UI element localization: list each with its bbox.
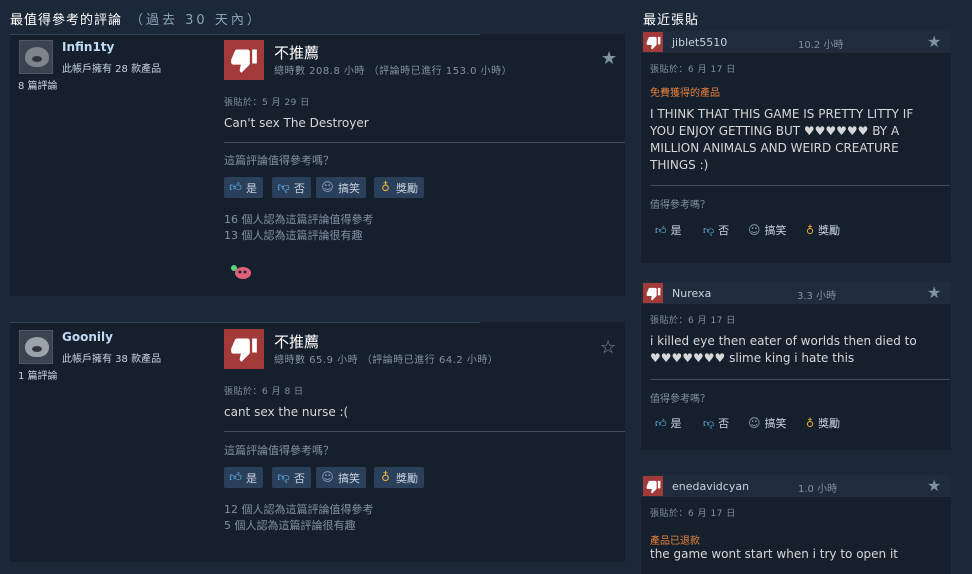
vote-yes-button[interactable]: 👍︎ 是	[224, 177, 263, 198]
recent-post[interactable]: enedavidcyan 1.0 小時 ★ 張貼於：6 月 17 日 產品已退款…	[641, 475, 951, 574]
smiley-icon: ☺	[321, 180, 334, 194]
divider	[650, 379, 950, 380]
thumbs-down-icon	[643, 283, 663, 303]
post-hours: 10.2 小時	[798, 40, 844, 51]
post-author[interactable]: jiblet5510	[672, 36, 727, 49]
post-author[interactable]: enedavidcyan	[672, 480, 749, 493]
thumbs-down-icon	[643, 476, 663, 496]
divider	[224, 142, 625, 143]
verdict-label: 不推薦	[274, 44, 320, 62]
helpful-question: 這篇評論值得參考嗎？	[224, 444, 334, 457]
award-button[interactable]: ♁ 獎勵	[374, 177, 424, 198]
playtime: 總時數 65.9 小時 （評論時已進行 64.2 小時）	[274, 355, 499, 366]
post-text: I THINK THAT THIS GAME IS PRETTY LITTY I…	[650, 107, 914, 172]
post-text: the game wont start when i try to open i…	[650, 547, 898, 561]
posted-date: 張貼於：6 月 17 日	[650, 316, 736, 326]
recent-post[interactable]: jiblet5510 10.2 小時 ★ 張貼於：6 月 17 日 免費獲得的產…	[641, 31, 951, 263]
avatar[interactable]	[19, 40, 53, 74]
award-button[interactable]: ♁ 獎勵	[806, 413, 840, 433]
review-text: cant sex the nurse :(	[224, 405, 349, 419]
refunded-tag: 產品已退款	[650, 536, 700, 547]
helpful-count: 12 個人認為這篇評論值得參考	[224, 503, 374, 516]
playtime: 總時數 208.8 小時 （評論時已進行 153.0 小時）	[274, 66, 513, 77]
helpful-stats: 12 個人認為這篇評論值得參考 5 個人認為這篇評論很有趣	[224, 502, 374, 534]
thumbs-up-icon: 👍︎	[655, 416, 667, 430]
posted-date: 張貼於：6 月 17 日	[650, 65, 736, 75]
verdict-label: 不推薦	[274, 333, 320, 351]
vote-funny-button[interactable]: ☺ 搞笑	[316, 467, 366, 488]
review-card: Goonily 此帳戶擁有 38 款產品 1 篇評論 不推薦 總時數 65.9 …	[10, 322, 625, 562]
thumbs-down-icon: 👎︎	[703, 223, 715, 237]
star-icon[interactable]: ★	[927, 32, 941, 51]
vote-funny-button[interactable]: ☺ 搞笑	[748, 413, 787, 433]
divider	[650, 185, 950, 186]
products-owned[interactable]: 此帳戶擁有 28 款產品	[62, 60, 161, 75]
free-product-tag: 免費獲得的產品	[650, 88, 720, 99]
award-button[interactable]: ♁ 獎勵	[374, 467, 424, 488]
thumbs-down-icon: 👎︎	[703, 416, 715, 430]
vote-yes-button[interactable]: 👍︎ 是	[224, 467, 263, 488]
thumbs-down-icon	[224, 329, 264, 369]
review-card: Infin1ty 此帳戶擁有 28 款產品 8 篇評論 不推薦 總時數 208.…	[10, 34, 625, 296]
vote-no-button[interactable]: 👎︎ 否	[703, 220, 729, 240]
review-count[interactable]: 8 篇評論	[18, 77, 58, 92]
award-icon: ♁	[381, 470, 390, 484]
recent-posts-title: 最近張貼	[643, 13, 700, 28]
smiley-icon: ☺	[321, 470, 334, 484]
review-count[interactable]: 1 篇評論	[18, 367, 58, 382]
thumbs-up-icon: 👍︎	[229, 180, 242, 194]
star-icon[interactable]: ★	[927, 476, 941, 495]
star-icon[interactable]: ★	[601, 50, 617, 68]
helpful-question: 這篇評論值得參考嗎？	[224, 154, 334, 167]
vote-no-button[interactable]: 👎︎ 否	[272, 467, 311, 488]
reviewer-name[interactable]: Infin1ty	[62, 40, 114, 54]
smiley-icon: ☺	[748, 416, 761, 430]
award-emoji-icon	[231, 265, 251, 279]
vote-funny-button[interactable]: ☺ 搞笑	[316, 177, 366, 198]
thumbs-down-icon: 👎︎	[277, 180, 290, 194]
award-button[interactable]: ♁ 獎勵	[806, 220, 840, 240]
star-outline-icon[interactable]: ☆	[600, 339, 616, 357]
thumbs-up-icon: 👍︎	[655, 223, 667, 237]
reviewer-name[interactable]: Goonily	[62, 330, 113, 344]
award-icon: ♁	[381, 180, 390, 194]
funny-count: 5 個人認為這篇評論很有趣	[224, 519, 356, 532]
avatar[interactable]	[19, 330, 53, 364]
products-owned[interactable]: 此帳戶擁有 38 款產品	[62, 350, 161, 365]
post-author[interactable]: Nurexa	[672, 287, 711, 300]
post-hours: 3.3 小時	[797, 291, 837, 302]
review-text: Can't sex The Destroyer	[224, 116, 369, 130]
thumbs-down-icon	[224, 40, 264, 80]
vote-yes-button[interactable]: 👍︎ 是	[655, 220, 682, 240]
post-text: i killed eye then eater of worlds then d…	[650, 334, 917, 365]
vote-no-button[interactable]: 👎︎ 否	[703, 413, 729, 433]
card-top-border	[10, 34, 480, 35]
award-icon: ♁	[806, 416, 815, 430]
divider	[224, 431, 625, 432]
smiley-icon: ☺	[748, 223, 761, 237]
helpful-question: 值得參考嗎？	[650, 394, 710, 405]
posted-date: 張貼於：6 月 17 日	[650, 509, 736, 519]
funny-count: 13 個人認為這篇評論很有趣	[224, 229, 363, 242]
top-reviews-heading: 最值得參考的評論 （過去 30 天內）	[10, 9, 263, 28]
helpful-count: 16 個人認為這篇評論值得參考	[224, 213, 374, 226]
helpful-question: 值得參考嗎？	[650, 200, 710, 211]
star-icon[interactable]: ★	[927, 283, 941, 302]
thumbs-up-icon: 👍︎	[229, 470, 242, 484]
vote-yes-button[interactable]: 👍︎ 是	[655, 413, 682, 433]
vote-funny-button[interactable]: ☺ 搞笑	[748, 220, 787, 240]
award-icon: ♁	[806, 223, 815, 237]
posted-date: 張貼於：6 月 8 日	[224, 387, 304, 397]
vote-no-button[interactable]: 👎︎ 否	[272, 177, 311, 198]
posted-date: 張貼於：5 月 29 日	[224, 98, 310, 108]
helpful-stats: 16 個人認為這篇評論值得參考 13 個人認為這篇評論很有趣	[224, 212, 374, 244]
thumbs-down-icon	[643, 32, 663, 52]
post-hours: 1.0 小時	[798, 484, 838, 495]
top-reviews-title: 最值得參考的評論	[10, 13, 123, 28]
top-reviews-period: （過去 30 天內）	[130, 13, 263, 28]
card-top-border	[10, 322, 480, 323]
thumbs-down-icon: 👎︎	[277, 470, 290, 484]
recent-post[interactable]: Nurexa 3.3 小時 ★ 張貼於：6 月 17 日 i killed ey…	[641, 282, 951, 450]
